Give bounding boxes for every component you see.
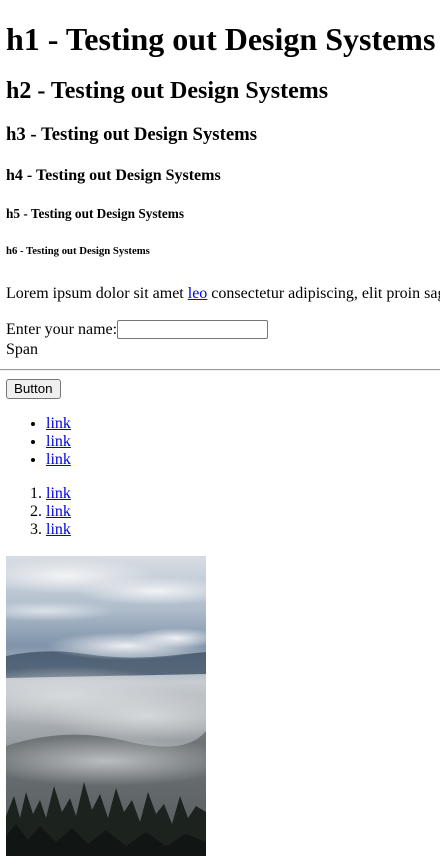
ol-link-3[interactable]: link xyxy=(46,521,71,538)
heading-2: h2 - Testing out Design Systems xyxy=(6,78,329,104)
ol-link-2[interactable]: link xyxy=(46,503,71,520)
heading-3: h3 - Testing out Design Systems xyxy=(6,124,257,145)
mountain-clouds-image xyxy=(6,556,206,856)
heading-5: h5 - Testing out Design Systems xyxy=(6,206,185,221)
unordered-list: link link link xyxy=(6,415,71,469)
list-item: link xyxy=(46,451,71,469)
button[interactable]: Button xyxy=(6,379,61,399)
page: h1 - Testing out Design Systems h2 - Tes… xyxy=(0,0,440,865)
name-label: Enter your name: xyxy=(6,320,118,338)
ul-link-3[interactable]: link xyxy=(46,451,71,468)
list-item: link xyxy=(46,415,71,433)
landscape-photo xyxy=(6,556,206,856)
list-item: link xyxy=(46,503,71,521)
ordered-list: link link link xyxy=(6,485,71,539)
span-text: Span xyxy=(6,341,38,358)
list-item: link xyxy=(46,433,71,451)
paragraph-text-after-link: consectetur adipiscing, elit proin sagit… xyxy=(211,285,440,302)
ul-link-1[interactable]: link xyxy=(46,415,71,432)
heading-6: h6 - Testing out Design Systems xyxy=(6,245,150,257)
list-item: link xyxy=(46,521,71,539)
lorem-paragraph: Lorem ipsum dolor sit amet leo consectet… xyxy=(6,285,440,303)
ul-link-2[interactable]: link xyxy=(46,433,71,450)
paragraph-text-before-link: Lorem ipsum dolor sit amet xyxy=(6,285,188,302)
content: h1 - Testing out Design Systems h2 - Tes… xyxy=(6,0,440,359)
list-item: link xyxy=(46,485,71,503)
ol-link-1[interactable]: link xyxy=(46,485,71,502)
heading-4: h4 - Testing out Design Systems xyxy=(6,167,221,184)
heading-1: h1 - Testing out Design Systems xyxy=(6,21,436,57)
name-form-row: Enter your name: xyxy=(6,319,440,340)
paragraph-link[interactable]: leo xyxy=(188,285,208,302)
horizontal-rule xyxy=(0,369,440,371)
name-input[interactable] xyxy=(117,320,269,339)
